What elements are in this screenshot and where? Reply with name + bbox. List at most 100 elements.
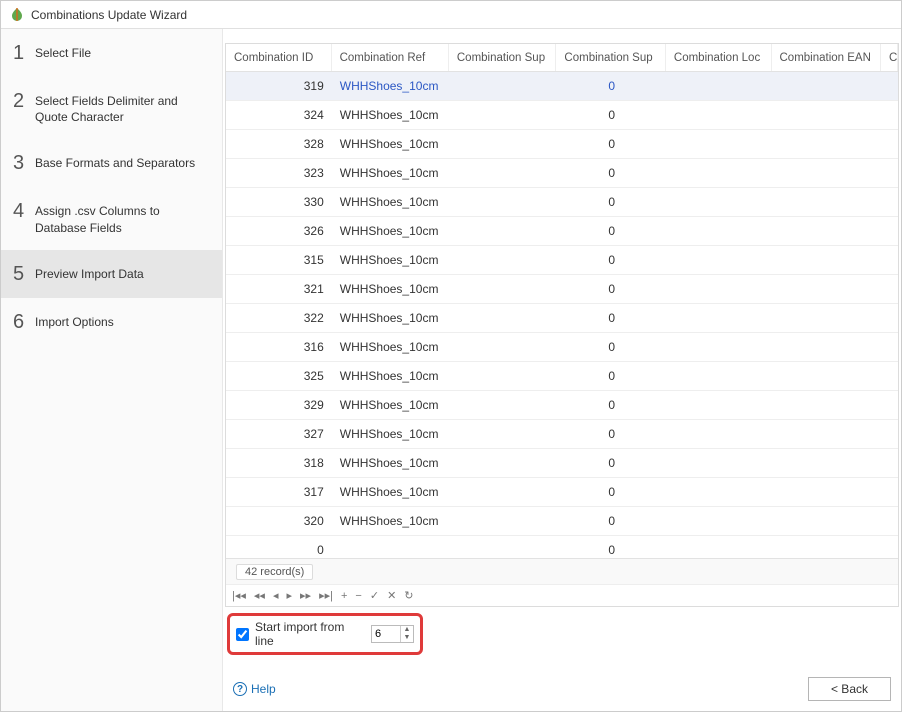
cell-last: [882, 333, 898, 361]
cell-id: 327: [226, 420, 332, 448]
cell-last: [882, 304, 898, 332]
table-row[interactable]: 324WHHShoes_10cm0: [226, 101, 898, 130]
nav-cancel-icon[interactable]: ✕: [387, 589, 396, 602]
table-row[interactable]: 319WHHShoes_10cm0: [226, 72, 898, 101]
cell-last: [882, 217, 898, 245]
table-status-bar: 42 record(s): [226, 558, 898, 584]
table-row[interactable]: 325WHHShoes_10cm0: [226, 362, 898, 391]
nav-ok-icon[interactable]: ✓: [370, 589, 379, 602]
cell-ref: WHHShoes_10cm: [332, 159, 449, 187]
column-header[interactable]: Combination Loc: [666, 44, 772, 71]
cell-sup1: [449, 449, 557, 477]
cell-ref: WHHShoes_10cm: [332, 449, 449, 477]
cell-last: [882, 130, 898, 158]
step-number: 6: [13, 312, 35, 332]
table-row[interactable]: 328WHHShoes_10cm0: [226, 130, 898, 159]
table-row[interactable]: 323WHHShoes_10cm0: [226, 159, 898, 188]
cell-ref: WHHShoes_10cm: [332, 130, 449, 158]
cell-ref: WHHShoes_10cm: [332, 72, 449, 100]
table-row[interactable]: 329WHHShoes_10cm0: [226, 391, 898, 420]
step-label: Import Options: [35, 312, 210, 330]
table-row[interactable]: 00: [226, 536, 898, 558]
cell-last: [882, 391, 898, 419]
cell-last: [882, 101, 898, 129]
cell-ref: WHHShoes_10cm: [332, 246, 449, 274]
step-label: Preview Import Data: [35, 264, 210, 282]
start-import-input[interactable]: [372, 626, 400, 642]
nav-add-icon[interactable]: +: [341, 590, 347, 602]
cell-ref: [332, 536, 449, 558]
cell-loc: [667, 478, 773, 506]
start-import-spinner: ▲ ▼: [371, 625, 414, 643]
table-row[interactable]: 326WHHShoes_10cm0: [226, 217, 898, 246]
cell-id: 325: [226, 362, 332, 390]
start-import-checkbox[interactable]: [236, 628, 249, 641]
table-row[interactable]: 321WHHShoes_10cm0: [226, 275, 898, 304]
cell-ean: [772, 188, 882, 216]
cell-loc: [667, 362, 773, 390]
cell-last: [882, 420, 898, 448]
wizard-step[interactable]: 3Base Formats and Separators: [1, 139, 222, 187]
table-row[interactable]: 327WHHShoes_10cm0: [226, 420, 898, 449]
nav-refresh-icon[interactable]: ↻: [404, 589, 413, 602]
cell-sup1: [449, 333, 557, 361]
column-header[interactable]: Combination ID: [226, 44, 332, 71]
cell-ean: [772, 72, 882, 100]
table-row[interactable]: 316WHHShoes_10cm0: [226, 333, 898, 362]
step-number: 1: [13, 43, 35, 63]
cell-sup1: [449, 391, 557, 419]
wizard-sidebar: 1Select File2Select Fields Delimiter and…: [1, 29, 223, 711]
cell-last: [882, 275, 898, 303]
nav-first-icon[interactable]: |◂◂: [232, 589, 246, 602]
cell-id: 326: [226, 217, 332, 245]
cell-last: [882, 159, 898, 187]
preview-table: Combination IDCombination RefCombination…: [225, 43, 899, 607]
cell-loc: [667, 188, 773, 216]
table-row[interactable]: 315WHHShoes_10cm0: [226, 246, 898, 275]
column-header[interactable]: Combinati: [881, 44, 898, 71]
table-body[interactable]: 319WHHShoes_10cm0324WHHShoes_10cm0328WHH…: [226, 72, 898, 558]
spinner-up-icon[interactable]: ▲: [401, 626, 413, 634]
table-row[interactable]: 320WHHShoes_10cm0: [226, 507, 898, 536]
cell-sup2: 0: [557, 246, 667, 274]
cell-ref: WHHShoes_10cm: [332, 304, 449, 332]
table-row[interactable]: 322WHHShoes_10cm0: [226, 304, 898, 333]
nav-prev-icon[interactable]: ◂: [273, 589, 279, 602]
back-button[interactable]: < Back: [808, 677, 891, 701]
window-title: Combinations Update Wizard: [31, 8, 187, 22]
cell-last: [882, 536, 898, 558]
cell-last: [882, 188, 898, 216]
table-row[interactable]: 318WHHShoes_10cm0: [226, 449, 898, 478]
column-header[interactable]: Combination Ref: [332, 44, 449, 71]
help-link[interactable]: ? Help: [233, 682, 276, 696]
wizard-step[interactable]: 5Preview Import Data: [1, 250, 222, 298]
nav-prevpage-icon[interactable]: ◂◂: [254, 589, 265, 602]
cell-sup1: [449, 507, 557, 535]
cell-sup2: 0: [557, 449, 667, 477]
cell-sup1: [449, 420, 557, 448]
column-header[interactable]: Combination EAN: [772, 44, 881, 71]
cell-id: 323: [226, 159, 332, 187]
wizard-step[interactable]: 6Import Options: [1, 298, 222, 346]
column-header[interactable]: Combination Sup: [449, 44, 557, 71]
cell-id: 317: [226, 478, 332, 506]
wizard-step[interactable]: 2Select Fields Delimiter and Quote Chara…: [1, 77, 222, 139]
cell-ref: WHHShoes_10cm: [332, 333, 449, 361]
nav-last-icon[interactable]: ▸▸|: [319, 589, 333, 602]
nav-delete-icon[interactable]: −: [355, 590, 361, 602]
nav-nextpage-icon[interactable]: ▸▸: [300, 589, 311, 602]
cell-id: 320: [226, 507, 332, 535]
help-icon: ?: [233, 682, 247, 696]
cell-loc: [667, 72, 773, 100]
cell-loc: [667, 217, 773, 245]
nav-next-icon[interactable]: ▸: [286, 589, 292, 602]
wizard-step[interactable]: 4Assign .csv Columns to Database Fields: [1, 187, 222, 249]
cell-id: 324: [226, 101, 332, 129]
cell-loc: [667, 507, 773, 535]
table-row[interactable]: 317WHHShoes_10cm0: [226, 478, 898, 507]
spinner-down-icon[interactable]: ▼: [401, 634, 413, 642]
cell-ref: WHHShoes_10cm: [332, 362, 449, 390]
wizard-step[interactable]: 1Select File: [1, 29, 222, 77]
table-row[interactable]: 330WHHShoes_10cm0: [226, 188, 898, 217]
column-header[interactable]: Combination Sup: [556, 44, 665, 71]
